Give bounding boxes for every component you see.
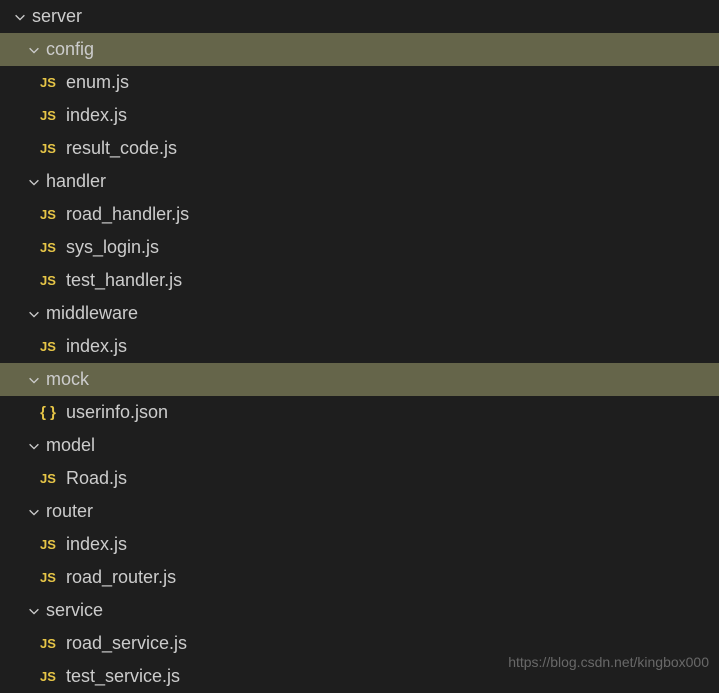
folder-mock[interactable]: mock — [0, 363, 719, 396]
js-file-icon: JS — [38, 271, 58, 291]
file-enum.js[interactable]: JS enum.js — [0, 66, 719, 99]
folder-router[interactable]: router — [0, 495, 719, 528]
file-label: result_code.js — [66, 138, 177, 159]
file-label: index.js — [66, 105, 127, 126]
file-index.js[interactable]: JS index.js — [0, 528, 719, 561]
folder-config[interactable]: config — [0, 33, 719, 66]
js-file-icon: JS — [38, 106, 58, 126]
js-file-icon: JS — [38, 238, 58, 258]
file-index.js[interactable]: JS index.js — [0, 99, 719, 132]
folder-label: service — [46, 600, 103, 621]
file-road_router.js[interactable]: JS road_router.js — [0, 561, 719, 594]
folder-label: middleware — [46, 303, 138, 324]
js-file-icon: JS — [38, 535, 58, 555]
chevron-down-icon — [26, 603, 42, 619]
js-file-icon: JS — [38, 568, 58, 588]
file-label: Road.js — [66, 468, 127, 489]
chevron-down-icon — [12, 9, 28, 25]
json-file-icon: { } — [38, 403, 58, 423]
file-label: road_router.js — [66, 567, 176, 588]
file-result_code.js[interactable]: JS result_code.js — [0, 132, 719, 165]
file-label: userinfo.json — [66, 402, 168, 423]
folder-label: handler — [46, 171, 106, 192]
folder-label: model — [46, 435, 95, 456]
chevron-down-icon — [26, 504, 42, 520]
chevron-down-icon — [26, 438, 42, 454]
file-label: sys_login.js — [66, 237, 159, 258]
folder-label: server — [32, 6, 82, 27]
file-sys_login.js[interactable]: JS sys_login.js — [0, 231, 719, 264]
folder-service[interactable]: service — [0, 594, 719, 627]
file-index.js[interactable]: JS index.js — [0, 330, 719, 363]
file-userinfo.json[interactable]: { } userinfo.json — [0, 396, 719, 429]
file-label: index.js — [66, 534, 127, 555]
file-road_handler.js[interactable]: JS road_handler.js — [0, 198, 719, 231]
file-label: road_service.js — [66, 633, 187, 654]
js-file-icon: JS — [38, 634, 58, 654]
folder-label: router — [46, 501, 93, 522]
file-label: road_handler.js — [66, 204, 189, 225]
chevron-down-icon — [26, 372, 42, 388]
chevron-down-icon — [26, 42, 42, 58]
file-Road.js[interactable]: JS Road.js — [0, 462, 719, 495]
js-file-icon: JS — [38, 337, 58, 357]
chevron-down-icon — [26, 174, 42, 190]
file-test_handler.js[interactable]: JS test_handler.js — [0, 264, 719, 297]
js-file-icon: JS — [38, 469, 58, 489]
chevron-down-icon — [26, 306, 42, 322]
folder-label: config — [46, 39, 94, 60]
file-label: test_handler.js — [66, 270, 182, 291]
js-file-icon: JS — [38, 205, 58, 225]
js-file-icon: JS — [38, 139, 58, 159]
file-label: enum.js — [66, 72, 129, 93]
file-explorer-tree[interactable]: server config JS enum.js JS index.js JS result_… — [0, 0, 719, 693]
folder-middleware[interactable]: middleware — [0, 297, 719, 330]
folder-server[interactable]: server — [0, 0, 719, 33]
js-file-icon: JS — [38, 73, 58, 93]
folder-handler[interactable]: handler — [0, 165, 719, 198]
folder-model[interactable]: model — [0, 429, 719, 462]
folder-label: mock — [46, 369, 89, 390]
watermark-text: https://blog.csdn.net/kingbox000 — [508, 654, 709, 670]
file-label: index.js — [66, 336, 127, 357]
